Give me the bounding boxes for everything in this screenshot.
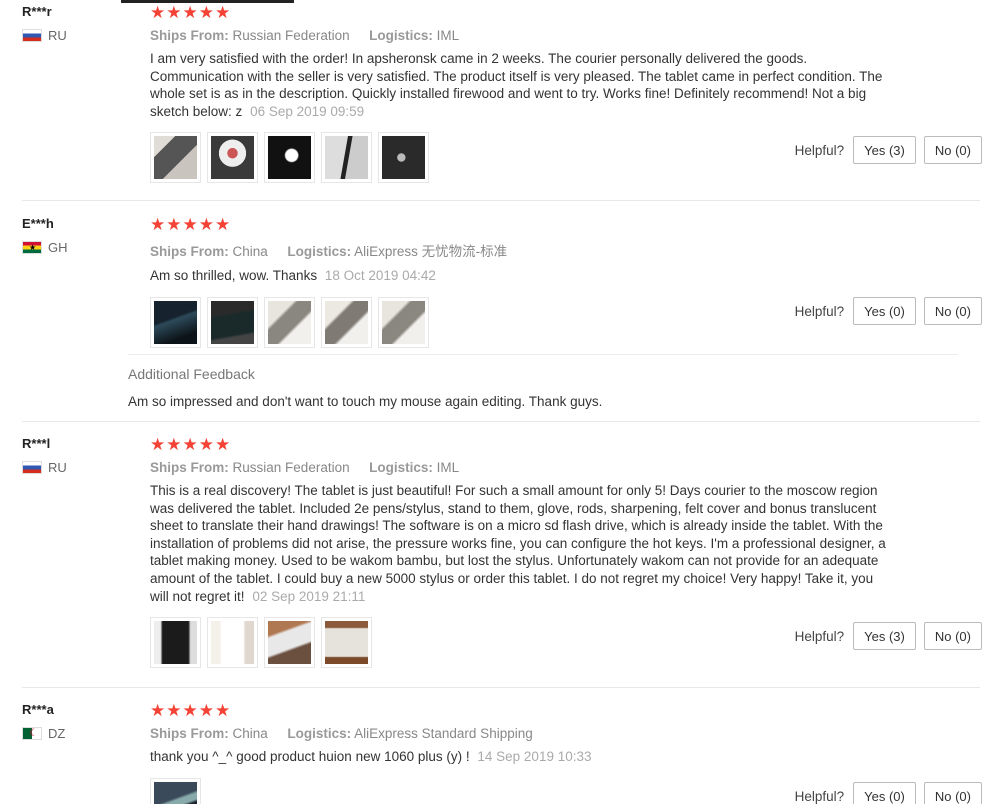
review-photos [150,777,890,804]
review-photos [150,296,890,348]
review-item: R***a DZ ★★★★★ Ships From: China Logisti… [22,702,982,804]
review-text: I am very satisfied with the order! In a… [150,50,890,120]
star-rating: ★★★★★ [150,3,232,22]
star-rating: ★★★★★ [150,701,232,720]
ships-from-value: Russian Federation [232,28,350,43]
review-photo[interactable] [321,617,372,669]
review-photo[interactable] [150,777,201,804]
helpful-vote: Helpful? Yes (3) No (0) [795,136,982,164]
reviewer-name: R***l [22,436,51,451]
ships-from-label: Ships From: [150,460,229,475]
review-photo[interactable] [150,132,201,184]
helpful-yes-button[interactable]: Yes (3) [853,622,916,650]
logistics-value: AliExpress Standard Shipping [354,726,533,741]
review-body: This is a real discovery! The tablet is … [150,483,886,604]
ships-from-label: Ships From: [150,244,229,259]
review-photo[interactable] [264,617,315,669]
reviewer-country: GH [22,240,68,255]
review-divider [22,421,980,422]
review-text: thank you ^_^ good product huion new 106… [150,748,890,766]
ships-from-value: China [232,244,268,259]
review-item: E***h GH ★★★★★ Ships From: China Logisti… [22,216,982,416]
reviewer-country: DZ [22,726,65,741]
ghana-flag-icon [22,241,42,254]
reviewer-country: RU [22,460,67,475]
reviewer-name: R***a [22,702,54,717]
review-photo[interactable] [264,296,315,348]
helpful-vote: Helpful? Yes (3) No (0) [795,622,982,650]
algeria-flag-icon [22,727,42,740]
review-photo[interactable] [150,296,201,348]
country-code: GH [48,240,68,255]
review-photo[interactable] [207,132,258,184]
review-photo[interactable] [321,296,372,348]
star-rating: ★★★★★ [150,215,232,234]
reviewer-name: R***r [22,4,52,19]
shipping-info: Ships From: Russian Federation Logistics… [150,460,890,475]
review-date: 18 Oct 2019 04:42 [324,268,436,283]
reviewer-name: E***h [22,216,54,231]
review-photos [150,617,890,669]
helpful-label: Helpful? [794,788,845,804]
helpful-label: Helpful? [794,303,845,319]
review-date: 06 Sep 2019 09:59 [250,103,365,119]
russia-flag-icon [22,461,42,474]
review-body: thank you ^_^ good product huion new 106… [150,749,470,764]
logistics-label: Logistics: [369,460,433,475]
logistics-label: Logistics: [287,726,352,741]
review-divider [22,200,980,201]
review-text: Am so thrilled, wow. Thanks 18 Oct 2019 … [150,267,890,285]
additional-feedback-text: Am so impressed and don't want to touch … [128,394,603,409]
review-photo[interactable] [207,617,258,669]
helpful-no-button[interactable]: No (0) [923,136,982,164]
star-rating: ★★★★★ [150,435,232,454]
helpful-yes-button[interactable]: Yes (0) [853,782,916,804]
helpful-yes-button[interactable]: Yes (3) [853,136,916,164]
review-date: 14 Sep 2019 10:33 [477,749,592,764]
helpful-vote: Helpful? Yes (0) No (0) [795,297,982,325]
logistics-value: IML [436,28,460,43]
review-divider [22,687,980,688]
russia-flag-icon [22,29,42,42]
country-code: RU [48,28,67,43]
helpful-yes-button[interactable]: Yes (0) [853,297,916,325]
additional-feedback-title: Additional Feedback [128,366,255,382]
helpful-vote: Helpful? Yes (0) No (0) [795,782,982,804]
review-body: Am so thrilled, wow. Thanks [150,268,318,283]
review-photo[interactable] [321,132,372,184]
additional-feedback-divider [128,354,958,355]
review-date: 02 Sep 2019 21:11 [252,588,366,604]
logistics-value: AliExpress 无忧物流-标准 [354,244,508,259]
review-photo[interactable] [378,296,429,348]
logistics-label: Logistics: [369,28,433,43]
review-photo[interactable] [378,132,429,184]
helpful-no-button[interactable]: No (0) [923,782,982,804]
ships-from-value: China [232,726,268,741]
logistics-label: Logistics: [287,244,352,259]
logistics-value: IML [436,460,460,475]
helpful-no-button[interactable]: No (0) [923,622,982,650]
shipping-info: Ships From: China Logistics: AliExpress … [150,240,890,260]
helpful-label: Helpful? [794,142,845,158]
review-text: This is a real discovery! The tablet is … [150,482,890,605]
review-photo[interactable] [207,296,258,348]
review-item: R***l RU ★★★★★ Ships From: Russian Feder… [22,436,982,681]
ships-from-value: Russian Federation [232,460,350,475]
review-photos [150,132,890,184]
ships-from-label: Ships From: [150,28,229,43]
country-code: RU [48,460,67,475]
review-photo[interactable] [150,617,201,669]
ships-from-label: Ships From: [150,726,229,741]
country-code: DZ [48,726,66,741]
helpful-label: Helpful? [794,628,845,644]
review-item: R***r RU ★★★★★ Ships From: Russian Feder… [22,4,982,194]
helpful-no-button[interactable]: No (0) [923,297,982,325]
reviewer-country: RU [22,28,67,43]
review-photo[interactable] [264,132,315,184]
shipping-info: Ships From: Russian Federation Logistics… [150,28,890,43]
shipping-info: Ships From: China Logistics: AliExpress … [150,726,890,741]
